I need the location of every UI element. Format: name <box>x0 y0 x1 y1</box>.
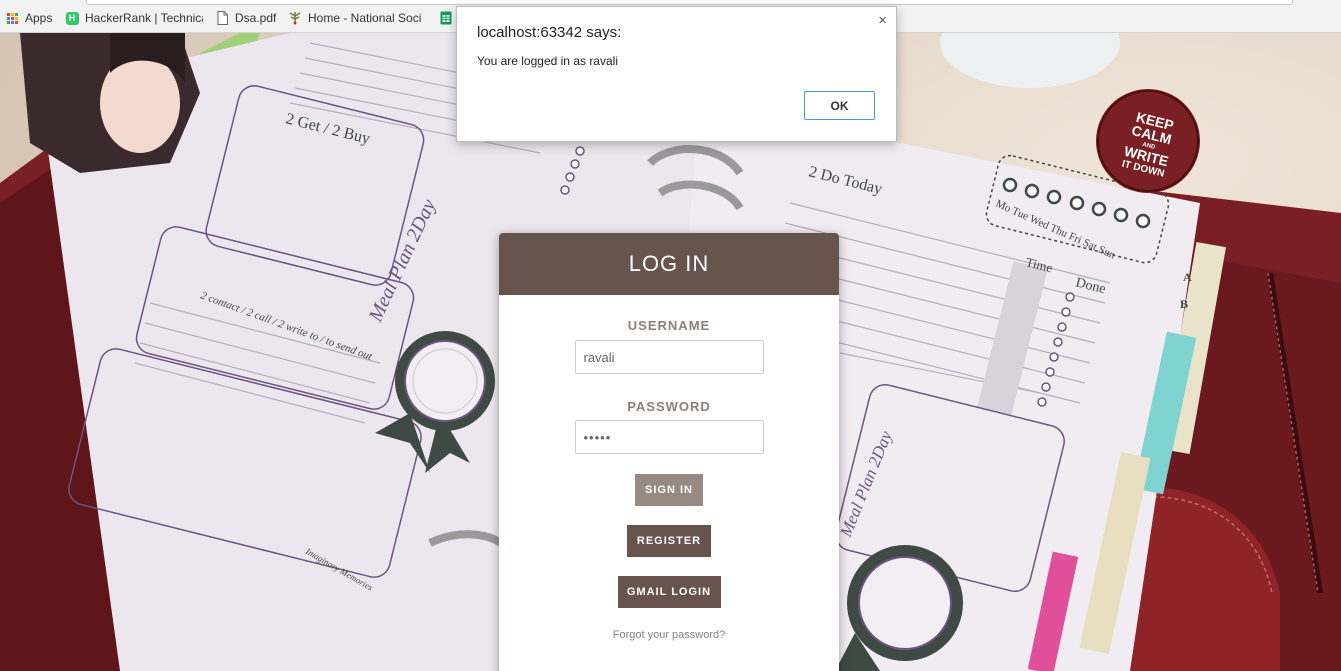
forgot-password-link[interactable]: Forgot your password? <box>499 629 839 641</box>
password-label: PASSWORD <box>627 399 711 414</box>
spreadsheet-icon <box>439 11 453 25</box>
close-icon[interactable]: × <box>878 12 887 29</box>
hackerrank-icon: H <box>65 11 79 25</box>
password-input[interactable] <box>574 420 764 454</box>
white-plate <box>940 33 1120 88</box>
gmail-login-button[interactable]: GMAIL LOGIN <box>617 576 721 608</box>
tree-emblem-icon <box>288 11 302 25</box>
alert-title: localhost:63342 says: <box>477 24 622 41</box>
username-label: USERNAME <box>627 318 711 333</box>
alert-message: You are logged in as ravali <box>477 54 618 68</box>
tab-letter-a: A <box>1183 270 1192 284</box>
alert-dialog: localhost:63342 says: × You are logged i… <box>456 6 897 142</box>
bookmark-dsa-pdf[interactable]: Dsa.pdf <box>215 9 276 27</box>
bookmark-hackerrank[interactable]: H HackerRank | Technica <box>65 9 203 27</box>
login-title: LOG IN <box>628 251 710 276</box>
register-button[interactable]: REGISTER <box>627 525 711 557</box>
bookmark-label: Home - National Soci <box>308 11 422 25</box>
tab-letter-b: B <box>1180 297 1188 311</box>
bookmark-label: Apps <box>25 11 53 25</box>
apps-grid-icon <box>5 11 19 25</box>
document-icon <box>215 11 229 25</box>
login-card: LOG IN USERNAME PASSWORD SIGN IN REGISTE… <box>499 233 839 671</box>
doll-figure <box>20 33 200 173</box>
sign-in-button[interactable]: SIGN IN <box>635 474 703 506</box>
bookmark-apps[interactable]: Apps <box>5 9 52 27</box>
ok-button[interactable]: OK <box>804 91 875 120</box>
bookmark-label: HackerRank | Technica <box>85 11 203 25</box>
bookmark-label: Dsa.pdf <box>235 11 277 25</box>
address-bar-edge <box>86 0 1293 5</box>
username-input[interactable] <box>574 340 764 374</box>
login-header: LOG IN <box>499 233 839 295</box>
bookmark-national-society[interactable]: Home - National Soci <box>288 9 426 27</box>
